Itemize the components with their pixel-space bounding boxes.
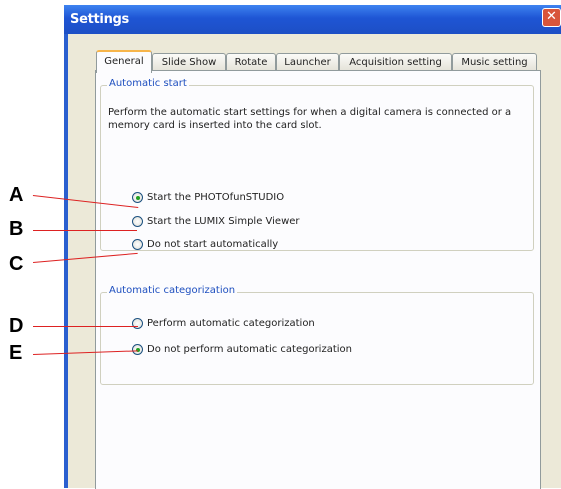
settings-window: Settings ✕ General Slide Show Rotate Lau… [64,5,561,489]
option-label: Do not perform automatic categorization [147,344,352,355]
close-button[interactable]: ✕ [542,8,561,27]
window-title: Settings [70,12,129,27]
radio-icon[interactable] [132,216,143,227]
callout-d: D [9,315,24,337]
option-label: Start the PHOTOfunSTUDIO [147,192,285,203]
option-label: Perform automatic categorization [147,318,315,329]
callout-e: E [9,342,23,364]
tab-rotate[interactable]: Rotate [226,53,276,71]
dialog-body: General Slide Show Rotate Launcher Acqui… [68,34,561,489]
general-tab-panel: Automatic start Perform the automatic st… [95,70,541,489]
radio-icon[interactable] [132,239,143,250]
radio-icon[interactable] [132,318,143,329]
tab-music-setting[interactable]: Music setting [452,53,537,71]
callout-c: C [9,253,24,275]
tab-general[interactable]: General [96,50,152,73]
close-icon: ✕ [546,9,557,24]
title-bar[interactable]: Settings ✕ [64,5,561,34]
automatic-start-group: Automatic start Perform the automatic st… [100,78,534,251]
callout-a: A [9,184,24,206]
tab-launcher[interactable]: Launcher [276,53,339,71]
callout-line-d [33,326,138,327]
tab-slide-show[interactable]: Slide Show [152,53,226,71]
callout-b: B [9,218,24,240]
automatic-start-description: Perform the automatic start settings for… [108,107,512,131]
radio-selected-icon[interactable] [132,192,143,203]
tab-acquisition-setting[interactable]: Acquisition setting [339,53,452,71]
option-label: Start the LUMIX Simple Viewer [147,216,300,227]
callout-line-b [33,230,137,231]
automatic-start-legend: Automatic start [107,78,189,89]
automatic-categorization-legend: Automatic categorization [107,285,238,296]
automatic-categorization-group: Automatic categorization Perform automat… [100,285,534,385]
option-label: Do not start automatically [147,239,279,250]
